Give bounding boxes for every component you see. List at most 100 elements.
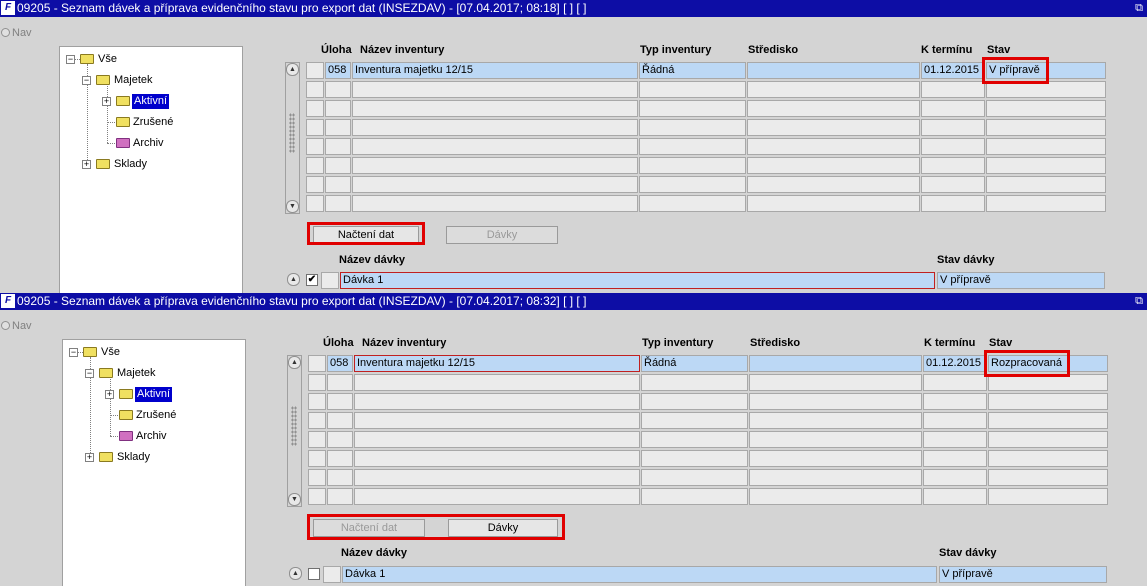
row-selector[interactable] bbox=[308, 374, 326, 391]
grid-cell[interactable] bbox=[352, 100, 638, 117]
collapse-icon[interactable]: − bbox=[82, 76, 91, 85]
scroll-up-icon[interactable]: ▲ bbox=[289, 567, 302, 580]
expand-icon[interactable]: + bbox=[82, 160, 91, 169]
cell-termin[interactable]: 01.12.2015 bbox=[921, 62, 985, 79]
grid-cell[interactable] bbox=[641, 450, 748, 467]
collapse-icon[interactable]: − bbox=[69, 348, 78, 357]
grid-cell[interactable] bbox=[354, 374, 640, 391]
grid-cell[interactable] bbox=[352, 195, 638, 212]
grid-cell[interactable] bbox=[639, 100, 746, 117]
grid-cell[interactable] bbox=[921, 100, 985, 117]
grid-cell[interactable] bbox=[923, 469, 987, 486]
row-selector[interactable] bbox=[306, 119, 324, 136]
batch-name-field[interactable]: Dávka 1 bbox=[342, 566, 937, 583]
grid-cell[interactable] bbox=[988, 450, 1108, 467]
grid-cell[interactable] bbox=[325, 119, 351, 136]
grid-cell[interactable] bbox=[641, 374, 748, 391]
row-selector[interactable] bbox=[306, 81, 324, 98]
grid-cell[interactable] bbox=[923, 374, 987, 391]
grid-cell[interactable] bbox=[641, 488, 748, 505]
row-selector[interactable] bbox=[306, 157, 324, 174]
grid-cell[interactable] bbox=[354, 431, 640, 448]
scroll-down-icon[interactable]: ▼ bbox=[288, 493, 301, 506]
grid-cell[interactable] bbox=[327, 450, 353, 467]
grid-cell[interactable] bbox=[352, 176, 638, 193]
batch-state-field[interactable]: V přípravě bbox=[939, 566, 1107, 583]
grid-cell[interactable] bbox=[325, 157, 351, 174]
grid-cell[interactable] bbox=[749, 431, 922, 448]
grid-cell[interactable] bbox=[325, 176, 351, 193]
grid-cell[interactable] bbox=[641, 393, 748, 410]
grid-cell[interactable] bbox=[747, 100, 920, 117]
grid-cell[interactable] bbox=[641, 431, 748, 448]
row-selector[interactable] bbox=[308, 431, 326, 448]
grid-cell[interactable] bbox=[988, 469, 1108, 486]
grid-cell[interactable] bbox=[325, 100, 351, 117]
grid-cell[interactable] bbox=[988, 412, 1108, 429]
grid-scrollbar[interactable]: ▲ ▼ bbox=[287, 355, 302, 507]
grid-cell[interactable] bbox=[639, 195, 746, 212]
nav-button[interactable]: Nav bbox=[1, 27, 32, 39]
grid-cell[interactable] bbox=[747, 81, 920, 98]
grid-cell[interactable] bbox=[639, 157, 746, 174]
grid-cell[interactable] bbox=[354, 469, 640, 486]
grid-cell[interactable] bbox=[747, 176, 920, 193]
grid-cell[interactable] bbox=[921, 138, 985, 155]
batch-checkbox[interactable] bbox=[308, 568, 320, 580]
grid-cell[interactable] bbox=[749, 450, 922, 467]
grid-cell[interactable] bbox=[352, 81, 638, 98]
grid-cell[interactable] bbox=[352, 119, 638, 136]
grid-cell[interactable] bbox=[352, 157, 638, 174]
batch-state-field[interactable]: V přípravě bbox=[937, 272, 1105, 289]
grid-cell[interactable] bbox=[327, 488, 353, 505]
title-bar[interactable]: F 09205 - Seznam dávek a příprava eviden… bbox=[0, 0, 1147, 17]
grid-cell[interactable] bbox=[327, 412, 353, 429]
collapse-icon[interactable]: − bbox=[66, 55, 75, 64]
grid-cell[interactable] bbox=[749, 374, 922, 391]
row-selector[interactable] bbox=[323, 566, 341, 583]
grid-cell[interactable] bbox=[923, 431, 987, 448]
row-selector[interactable] bbox=[308, 450, 326, 467]
grid-cell[interactable] bbox=[921, 119, 985, 136]
grid-cell[interactable] bbox=[747, 138, 920, 155]
grid-cell[interactable] bbox=[988, 488, 1108, 505]
expand-icon[interactable]: + bbox=[102, 97, 111, 106]
nav-button[interactable]: Nav bbox=[1, 320, 32, 332]
grid-cell[interactable] bbox=[354, 488, 640, 505]
title-bar[interactable]: F 09205 - Seznam dávek a příprava eviden… bbox=[0, 293, 1147, 310]
scroll-up-icon[interactable]: ▲ bbox=[288, 356, 301, 369]
cell-typ[interactable]: Řádná bbox=[641, 355, 748, 372]
grid-cell[interactable] bbox=[921, 176, 985, 193]
grid-cell[interactable] bbox=[921, 195, 985, 212]
cell-stredisko[interactable] bbox=[747, 62, 920, 79]
cell-typ[interactable]: Řádná bbox=[639, 62, 746, 79]
grid-cell[interactable] bbox=[747, 119, 920, 136]
expand-icon[interactable]: + bbox=[105, 390, 114, 399]
row-selector[interactable] bbox=[308, 488, 326, 505]
restore-icon[interactable]: ⧉ bbox=[1135, 293, 1143, 310]
row-selector[interactable] bbox=[306, 176, 324, 193]
grid-cell[interactable] bbox=[749, 393, 922, 410]
grid-cell[interactable] bbox=[749, 469, 922, 486]
grid-cell[interactable] bbox=[325, 81, 351, 98]
collapse-icon[interactable]: − bbox=[85, 369, 94, 378]
grid-cell[interactable] bbox=[747, 157, 920, 174]
scroll-grip-icon[interactable] bbox=[289, 113, 295, 153]
row-selector[interactable] bbox=[308, 393, 326, 410]
grid-cell[interactable] bbox=[986, 157, 1106, 174]
grid-cell[interactable] bbox=[923, 393, 987, 410]
grid-cell[interactable] bbox=[988, 431, 1108, 448]
grid-cell[interactable] bbox=[352, 138, 638, 155]
grid-cell[interactable] bbox=[354, 450, 640, 467]
cell-termin[interactable]: 01.12.2015 bbox=[923, 355, 987, 372]
row-selector[interactable] bbox=[306, 138, 324, 155]
grid-cell[interactable] bbox=[639, 176, 746, 193]
scroll-grip-icon[interactable] bbox=[291, 406, 297, 446]
row-selector[interactable] bbox=[306, 195, 324, 212]
row-selector[interactable] bbox=[321, 272, 339, 289]
batches-button[interactable]: Dávky bbox=[446, 226, 558, 244]
grid-cell[interactable] bbox=[325, 138, 351, 155]
scroll-up-icon[interactable]: ▲ bbox=[287, 273, 300, 286]
row-selector[interactable] bbox=[308, 469, 326, 486]
grid-cell[interactable] bbox=[923, 450, 987, 467]
